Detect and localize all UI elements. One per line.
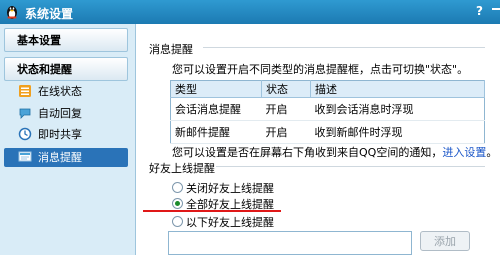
column-header-status[interactable]: 状态 xyxy=(261,80,311,98)
sidebar-item-label: 消息提醒 xyxy=(38,151,82,164)
title-bar: 系统设置 ? xyxy=(0,0,500,24)
sidebar-item-message-reminder[interactable]: 消息提醒 xyxy=(4,148,128,167)
radio-selected-friends-reminder[interactable] xyxy=(172,216,183,227)
add-friend-button[interactable]: 添加 xyxy=(420,231,470,251)
sidebar-head-status[interactable]: 状态和提醒 xyxy=(4,57,128,81)
message-reminder-section-title: 消息提醒 xyxy=(149,43,193,56)
qzone-notice: 您可以设置是否在屏幕右下角收到来自QQ空间的通知，进入设置。 xyxy=(172,144,497,160)
column-header-description[interactable]: 描述 xyxy=(310,80,485,98)
qzone-settings-link[interactable]: 进入设置 xyxy=(442,146,486,159)
table-cell-status-toggle[interactable]: 开启 xyxy=(261,120,311,144)
auto-reply-icon xyxy=(19,108,31,119)
sidebar-item-label: 即时共享 xyxy=(38,128,82,141)
table-cell: 收到新邮件时浮现 xyxy=(310,120,485,144)
friend-list-box[interactable] xyxy=(168,231,412,255)
column-header-type[interactable]: 类型 xyxy=(170,80,262,98)
reminder-table: 类型 状态 描述 会话消息提醒 开启 收到会话消息时浮现 新邮件提醒 开启 收到… xyxy=(170,80,485,144)
table-row[interactable]: 新邮件提醒 开启 收到新邮件时浮现 xyxy=(170,120,485,144)
table-header-row: 类型 状态 描述 xyxy=(170,80,485,98)
sidebar-item-label: 自动回复 xyxy=(38,107,82,120)
table-cell-status-toggle[interactable]: 开启 xyxy=(261,97,311,121)
friend-online-section-title: 好友上线提醒 xyxy=(149,162,215,175)
message-reminder-icon xyxy=(18,151,32,162)
table-cell: 会话消息提醒 xyxy=(170,97,262,121)
instant-share-icon xyxy=(18,127,32,141)
section-divider xyxy=(203,47,485,48)
settings-sidebar: 基本设置 状态和提醒 在线状态 自动回复 即时共享 消息提醒 xyxy=(0,24,136,255)
sidebar-head-basic[interactable]: 基本设置 xyxy=(4,28,128,52)
message-reminder-description: 您可以设置开启不同类型的消息提醒框，点击可切换"状态"。 xyxy=(172,63,469,76)
table-cell: 新邮件提醒 xyxy=(170,120,262,144)
table-cell: 收到会话消息时浮现 xyxy=(310,97,485,121)
qzone-notice-text: 您可以设置是否在屏幕右下角收到来自QQ空间的通知， xyxy=(172,146,443,159)
table-row[interactable]: 会话消息提醒 开启 收到会话消息时浮现 xyxy=(170,97,485,121)
qzone-notice-end: 。 xyxy=(486,146,498,159)
online-status-icon xyxy=(19,85,31,97)
qq-penguin-icon xyxy=(7,6,17,19)
red-underline-annotation xyxy=(143,210,281,212)
radio-label-close[interactable]: 关闭好友上线提醒 xyxy=(186,180,274,196)
sidebar-item-instant-share[interactable]: 即时共享 xyxy=(4,125,128,144)
radio-close-friend-reminder[interactable] xyxy=(172,182,183,193)
sidebar-item-auto-reply[interactable]: 自动回复 xyxy=(4,104,128,123)
radio-label-selected[interactable]: 以下好友上线提醒 xyxy=(186,214,274,230)
section-divider xyxy=(216,166,485,167)
help-button[interactable]: ? xyxy=(476,4,483,18)
minimize-button[interactable] xyxy=(492,8,500,10)
sidebar-item-online-status[interactable]: 在线状态 xyxy=(4,82,128,101)
sidebar-item-label: 在线状态 xyxy=(38,85,82,98)
radio-all-friends-reminder[interactable] xyxy=(172,198,183,209)
window-title: 系统设置 xyxy=(25,7,74,21)
